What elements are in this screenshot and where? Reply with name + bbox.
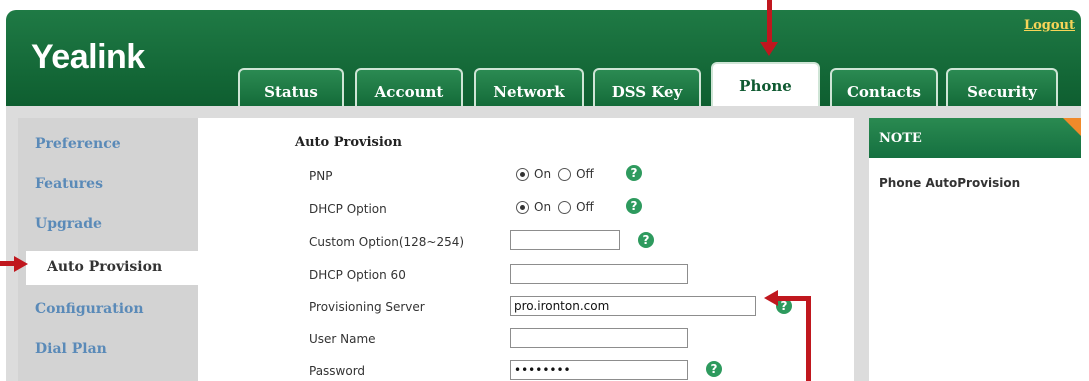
- note-panel: NOTE Phone AutoProvision: [869, 118, 1081, 381]
- sidebar-item-label: Auto Provision: [47, 259, 163, 275]
- arrow-to-phone-tab-shaft: [767, 0, 772, 44]
- password-input[interactable]: [510, 360, 688, 380]
- arrow-to-provisioning-server-vertical: [806, 296, 811, 381]
- dhcp-option-radio-group: On Off: [516, 200, 601, 214]
- header-bar: Yealink Logout Status Account Network DS…: [6, 10, 1081, 108]
- pnp-off-radio[interactable]: [558, 167, 572, 181]
- tab-security[interactable]: Security: [946, 68, 1058, 106]
- sidebar-item-preference[interactable]: Preference: [35, 136, 121, 152]
- note-corner-fold-icon: [1063, 118, 1081, 136]
- note-text: Phone AutoProvision: [879, 176, 1021, 190]
- dhcp-on-label: On: [534, 200, 552, 214]
- tab-label: Security: [967, 83, 1037, 101]
- password-label: Password: [309, 364, 366, 378]
- tab-network[interactable]: Network: [474, 68, 584, 106]
- page-body: Preference Features Upgrade Auto Provisi…: [6, 106, 1081, 381]
- tab-label: Network: [493, 83, 565, 101]
- section-title: Auto Provision: [295, 135, 402, 150]
- provisioning-server-input[interactable]: [510, 296, 756, 316]
- sidebar-item-auto-provision[interactable]: Auto Provision: [26, 251, 200, 285]
- yealink-web-ui: Yealink Logout Status Account Network DS…: [6, 10, 1081, 381]
- user-name-input[interactable]: [510, 328, 688, 348]
- provisioning-server-label: Provisioning Server: [309, 300, 425, 314]
- tab-dss-key[interactable]: DSS Key: [593, 68, 701, 106]
- tab-contacts[interactable]: Contacts: [830, 68, 938, 106]
- tab-status[interactable]: Status: [238, 68, 344, 106]
- dhcp-option-help-icon[interactable]: ?: [626, 198, 642, 214]
- sidebar-item-upgrade[interactable]: Upgrade: [35, 216, 102, 232]
- pnp-label: PNP: [309, 169, 333, 183]
- pnp-help-icon[interactable]: ?: [626, 165, 642, 181]
- arrow-left-icon: [764, 290, 778, 306]
- pnp-off-label: Off: [576, 167, 594, 181]
- arrow-down-icon: [760, 42, 778, 56]
- dhcp-off-label: Off: [576, 200, 594, 214]
- pnp-on-radio[interactable]: [516, 167, 529, 181]
- tab-label: Status: [264, 83, 318, 101]
- tab-phone[interactable]: Phone: [711, 62, 820, 108]
- logout-link[interactable]: Logout: [1024, 18, 1075, 33]
- note-header: NOTE: [869, 118, 1081, 158]
- dhcp-option-60-input[interactable]: [510, 264, 688, 284]
- custom-option-label: Custom Option(128~254): [309, 235, 465, 249]
- custom-option-help-icon[interactable]: ?: [638, 232, 654, 248]
- sidebar-item-features[interactable]: Features: [35, 176, 103, 192]
- dhcp-on-radio[interactable]: [516, 200, 529, 214]
- dhcp-option-60-label: DHCP Option 60: [309, 268, 406, 282]
- yealink-logo: Yealink: [31, 38, 145, 76]
- note-title: NOTE: [879, 131, 922, 146]
- custom-option-input[interactable]: [510, 230, 620, 250]
- arrow-to-provisioning-server-horizontal: [778, 296, 811, 301]
- pnp-on-label: On: [534, 167, 552, 181]
- tab-label: Account: [374, 83, 444, 101]
- tab-label: DSS Key: [611, 83, 683, 101]
- dhcp-off-radio[interactable]: [558, 200, 572, 214]
- sidebar-item-dial-plan[interactable]: Dial Plan: [35, 341, 107, 357]
- auto-provision-form: Auto Provision PNP On Off ? DHCP Option …: [198, 118, 854, 381]
- sidebar-item-configuration[interactable]: Configuration: [35, 301, 144, 317]
- dhcp-option-label: DHCP Option: [309, 202, 387, 216]
- pnp-radio-group: On Off: [516, 167, 601, 181]
- tab-label: Contacts: [846, 83, 921, 101]
- tab-account[interactable]: Account: [355, 68, 463, 106]
- password-help-icon[interactable]: ?: [706, 361, 722, 377]
- user-name-label: User Name: [309, 332, 376, 346]
- tab-label: Phone: [739, 77, 792, 95]
- arrow-right-icon: [14, 256, 28, 272]
